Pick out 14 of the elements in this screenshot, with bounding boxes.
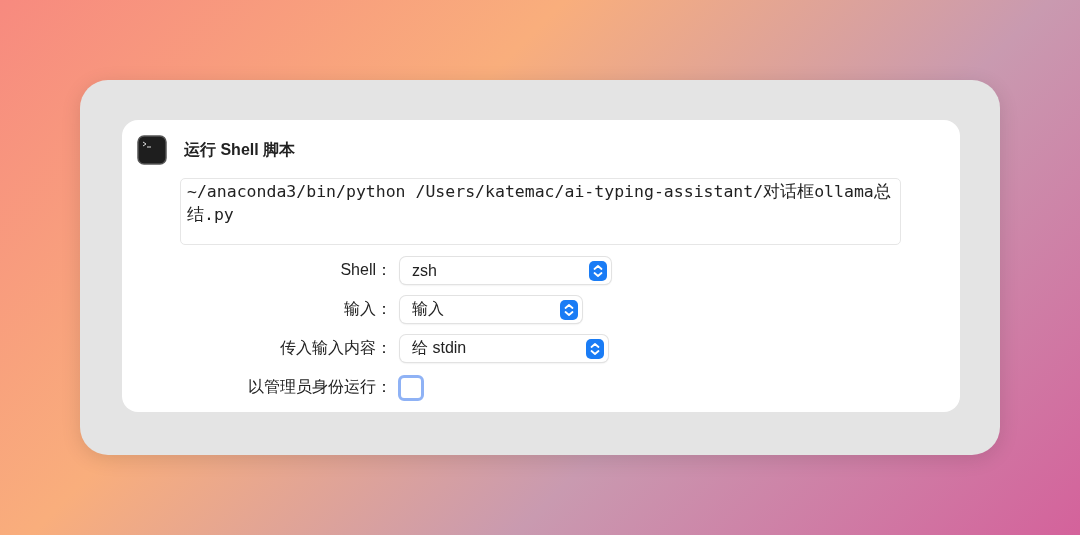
field-label: 输入： bbox=[343, 299, 392, 319]
popup-button[interactable]: zsh bbox=[400, 257, 611, 284]
field-label: 以管理员身份运行： bbox=[247, 377, 392, 397]
terminal-icon bbox=[137, 135, 167, 165]
checkbox[interactable] bbox=[398, 374, 424, 401]
script-field[interactable]: ~/anaconda3/bin/python /Users/katemac/ai-typing-assistant/对话框ollama总结.py bbox=[180, 178, 901, 245]
popup-button[interactable]: 给 stdin bbox=[400, 335, 608, 362]
field-label: 传入输入内容： bbox=[279, 338, 392, 358]
action-title: 运行 Shell 脚本 bbox=[184, 139, 296, 160]
chevron-icon bbox=[589, 260, 607, 281]
popup-button[interactable]: 输入 bbox=[400, 296, 582, 323]
chevron-icon bbox=[560, 299, 578, 320]
chevron-icon bbox=[586, 338, 604, 359]
field-label: Shell： bbox=[339, 260, 392, 280]
